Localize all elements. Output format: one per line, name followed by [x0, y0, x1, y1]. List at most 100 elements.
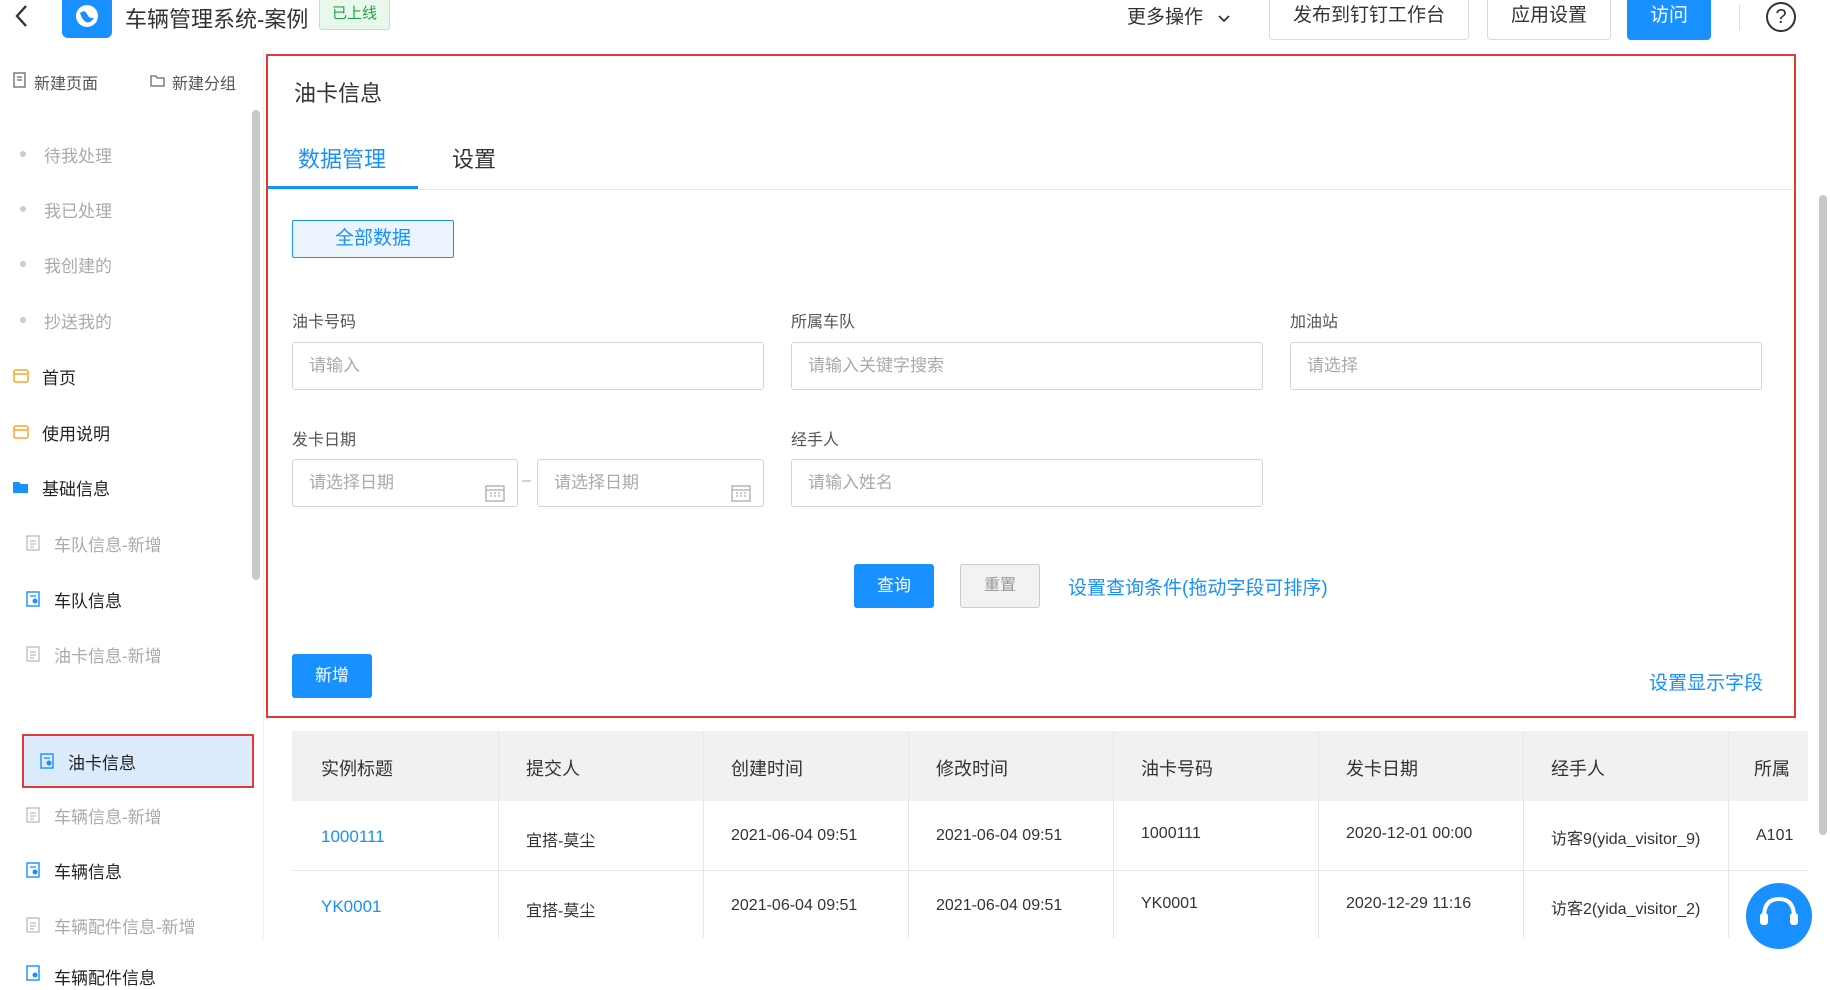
form-icon	[24, 645, 42, 663]
app-title: 车辆管理系统-案例	[125, 7, 309, 32]
sidebar-item-parts-add[interactable]: 车辆配件信息-新增	[24, 901, 254, 949]
fleet-label: 所属车队	[791, 314, 856, 331]
column-header[interactable]: 提交人	[526, 755, 580, 781]
sidebar-item-label: 油卡信息	[68, 753, 136, 773]
data-table: 实例标题 提交人 创建时间 修改时间 油卡号码 发卡日期 经手人 所属 1000…	[292, 731, 1808, 938]
tab-indicator	[268, 186, 418, 189]
table-cell: 宜搭-莫尘	[526, 903, 596, 920]
new-group-icon	[150, 72, 166, 93]
sidebar-item-cc[interactable]: 抄送我的	[12, 296, 254, 344]
sidebar-item-processed[interactable]: 我已处理	[12, 185, 254, 233]
back-arrow-icon[interactable]	[12, 2, 40, 30]
help-icon[interactable]: ?	[1766, 2, 1796, 32]
issue-date-start-input[interactable]: 请选择日期	[292, 459, 518, 507]
card-no-label: 油卡号码	[292, 314, 357, 331]
column-divider	[908, 731, 909, 938]
new-group-button[interactable]: 新建分组	[150, 70, 236, 94]
sidebar-item-vehicle-add[interactable]: 车辆信息-新增	[24, 791, 254, 839]
more-operations-label: 更多操作	[1127, 7, 1204, 28]
app-logo-icon	[62, 0, 112, 38]
sidebar-item-oilcard-add[interactable]: 油卡信息-新增	[24, 630, 254, 678]
table-cell: A101	[1756, 827, 1794, 844]
report-icon	[38, 752, 56, 770]
sidebar-item-fleet-add[interactable]: 车队信息-新增	[24, 519, 254, 567]
card-no-input[interactable]: 请输入	[292, 342, 764, 390]
tab-data-management[interactable]: 数据管理	[298, 142, 386, 174]
station-select[interactable]: 请选择	[1290, 342, 1762, 390]
column-header[interactable]: 创建时间	[731, 755, 803, 781]
row-divider	[292, 870, 1808, 871]
set-query-conditions-link[interactable]: 设置查询条件(拖动字段可排序)	[1068, 573, 1328, 600]
sidebar-item-label: 我已处理	[44, 201, 112, 221]
tab-bar: 数据管理 设置	[268, 132, 1794, 190]
new-page-button[interactable]: 新建页面	[12, 70, 98, 94]
table-cell: 2021-06-04 09:51	[731, 827, 858, 844]
sidebar: 新建页面 新建分组 待我处理 我已处理 我创建的 抄送我的 首页 使用说明 基础…	[0, 50, 264, 988]
set-display-fields-link[interactable]: 设置显示字段	[1649, 668, 1763, 695]
sidebar-item-label: 抄送我的	[44, 312, 112, 332]
sidebar-item-pending[interactable]: 待我处理	[12, 130, 254, 178]
date-range-separator: –	[522, 472, 531, 489]
sidebar-item-label: 待我处理	[44, 146, 112, 166]
main-panel: 油卡信息 数据管理 设置 全部数据 油卡号码 请输入 所属车队 请输入关键字搜索…	[266, 54, 1796, 718]
tab-settings[interactable]: 设置	[452, 142, 496, 174]
date-placeholder: 请选择日期	[309, 473, 394, 492]
issue-date-label: 发卡日期	[292, 432, 357, 449]
customer-support-icon[interactable]	[1746, 883, 1812, 949]
sidebar-item-label: 我创建的	[44, 256, 112, 276]
table-cell: 1000111	[1141, 825, 1201, 842]
visit-button[interactable]: 访问	[1627, 0, 1711, 40]
calendar-icon	[485, 474, 505, 502]
folder-open-icon	[12, 478, 30, 496]
all-data-view-button[interactable]: 全部数据	[292, 220, 454, 258]
table-cell: YK0001	[1141, 895, 1198, 912]
page-icon	[12, 423, 30, 441]
sidebar-item-label: 使用说明	[42, 424, 110, 444]
column-header[interactable]: 所属	[1754, 755, 1790, 781]
bullet-icon	[20, 151, 26, 157]
divider	[1739, 4, 1740, 30]
main-scrollbar[interactable]	[1819, 195, 1827, 835]
sidebar-item-oilcard[interactable]: 油卡信息	[22, 734, 254, 788]
form-icon	[24, 916, 42, 934]
bullet-icon	[20, 206, 26, 212]
bullet-icon	[20, 317, 26, 323]
table-cell: 2020-12-01 00:00	[1346, 825, 1473, 842]
publish-button[interactable]: 发布到钉钉工作台	[1269, 0, 1469, 40]
column-header[interactable]: 实例标题	[321, 755, 393, 781]
instance-title-link[interactable]: 1000111	[321, 827, 385, 847]
sidebar-item-guide[interactable]: 使用说明	[12, 408, 254, 456]
sidebar-item-label: 车辆信息	[54, 862, 122, 882]
column-header[interactable]: 修改时间	[936, 755, 1008, 781]
column-header[interactable]: 油卡号码	[1141, 755, 1213, 781]
sidebar-item-parts[interactable]: 车辆配件信息	[24, 950, 254, 990]
column-header[interactable]: 经手人	[1551, 755, 1605, 781]
sidebar-item-label: 车辆信息-新增	[54, 807, 162, 827]
issue-date-end-input[interactable]: 请选择日期	[537, 459, 764, 507]
sidebar-item-created[interactable]: 我创建的	[12, 240, 254, 288]
fleet-search-input[interactable]: 请输入关键字搜索	[791, 342, 1263, 390]
column-header[interactable]: 发卡日期	[1346, 755, 1418, 781]
handler-name-input[interactable]: 请输入姓名	[791, 459, 1263, 507]
table-cell: 宜搭-莫尘	[526, 833, 596, 850]
sidebar-item-label: 车队信息	[54, 591, 122, 611]
chevron-down-icon	[1218, 7, 1230, 29]
station-label: 加油站	[1290, 314, 1339, 331]
table-cell: 访客9(yida_visitor_9)	[1551, 831, 1701, 848]
query-button[interactable]: 查询	[854, 564, 934, 608]
add-button[interactable]: 新增	[292, 654, 372, 698]
sidebar-item-fleet[interactable]: 车队信息	[24, 575, 254, 623]
table-cell: 2021-06-04 09:51	[936, 897, 1063, 914]
sidebar-item-vehicle[interactable]: 车辆信息	[24, 846, 254, 894]
sidebar-group-basic-info[interactable]: 基础信息	[12, 463, 254, 511]
more-operations-dropdown[interactable]: 更多操作	[1127, 2, 1230, 29]
top-bar: 车辆管理系统-案例 已上线 更多操作 发布到钉钉工作台 应用设置 访问 ?	[0, 0, 1830, 50]
reset-button[interactable]: 重置	[960, 564, 1040, 608]
date-placeholder: 请选择日期	[554, 473, 639, 492]
table-cell: 访客2(yida_visitor_2)	[1551, 901, 1701, 918]
table-cell: 2020-12-29 11:16	[1346, 895, 1472, 912]
instance-title-link[interactable]: YK0001	[321, 897, 382, 917]
sidebar-item-home[interactable]: 首页	[12, 352, 254, 400]
app-settings-button[interactable]: 应用设置	[1487, 0, 1611, 40]
report-icon	[24, 964, 42, 982]
